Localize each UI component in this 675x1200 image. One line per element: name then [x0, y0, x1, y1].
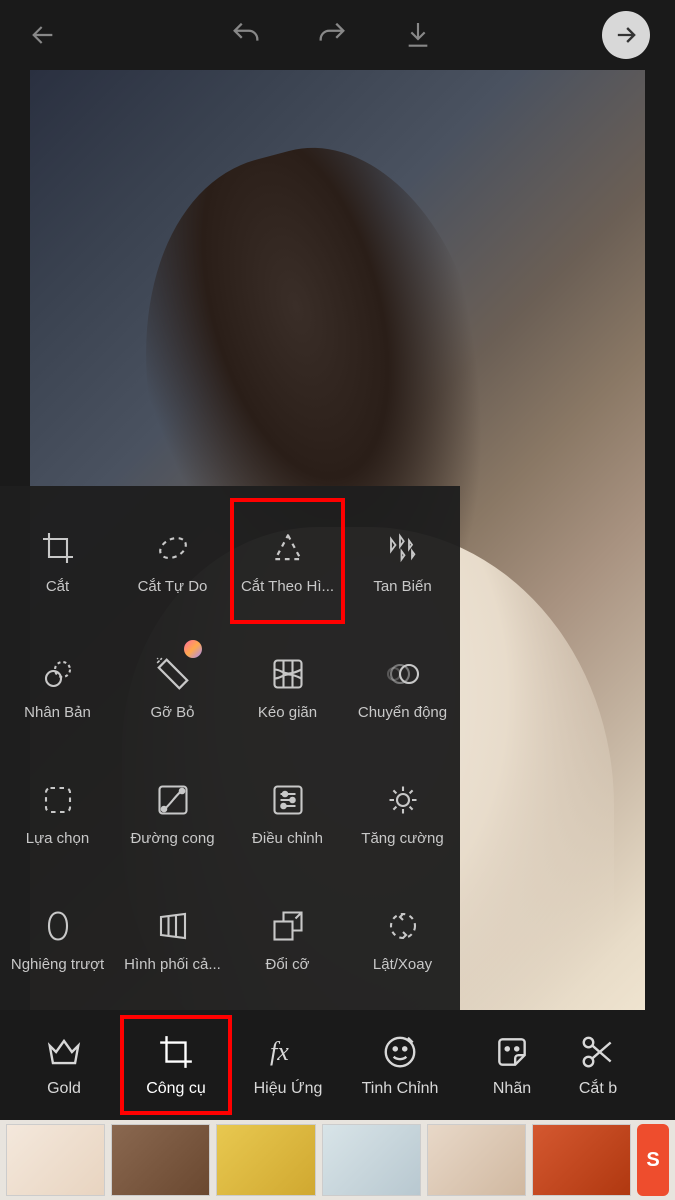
bottom-nav: Gold Công cụ fx Hiệu Ứng Tinh Chỉnh Nhãn: [0, 1010, 675, 1200]
nav-label: Nhãn: [493, 1080, 531, 1098]
enhance-icon: [383, 780, 423, 820]
nav-tools[interactable]: Công cụ: [120, 1015, 232, 1115]
premium-badge-icon: [184, 640, 202, 658]
top-toolbar: [0, 0, 675, 70]
tool-label: Tăng cường: [361, 830, 443, 847]
tool-label: Đổi cỡ: [265, 956, 309, 973]
adjust-icon: [268, 780, 308, 820]
next-button[interactable]: [602, 11, 650, 59]
tool-freecrop[interactable]: Cắt Tự Do: [115, 498, 230, 624]
ad-thumb[interactable]: [532, 1124, 631, 1196]
tool-label: Đường cong: [130, 830, 214, 847]
tool-label: Kéo giãn: [258, 704, 317, 721]
selection-icon: [38, 780, 78, 820]
nav-sticker[interactable]: Nhãn: [456, 1015, 568, 1115]
shapecrop-icon: [268, 528, 308, 568]
tool-label: Cắt Tự Do: [138, 578, 208, 595]
tool-clone[interactable]: Nhân Bản: [0, 624, 115, 750]
tool-adjust[interactable]: Điều chỉnh: [230, 750, 345, 876]
ad-thumb[interactable]: [322, 1124, 421, 1196]
nav-retouch[interactable]: Tinh Chỉnh: [344, 1015, 456, 1115]
tool-curves[interactable]: Đường cong: [115, 750, 230, 876]
redo-button[interactable]: [314, 17, 350, 53]
tool-fliprotate[interactable]: Lật/Xoay: [345, 876, 460, 1002]
perspective-icon: [153, 906, 193, 946]
motion-icon: [383, 654, 423, 694]
nav-gold[interactable]: Gold: [8, 1015, 120, 1115]
nav-label: Hiệu Ứng: [254, 1080, 323, 1098]
dispersion-icon: [383, 528, 423, 568]
nav-row[interactable]: Gold Công cụ fx Hiệu Ứng Tinh Chỉnh Nhãn: [0, 1010, 675, 1120]
tool-remove[interactable]: Gỡ Bỏ: [115, 624, 230, 750]
tool-perspective[interactable]: Hình phối cả...: [115, 876, 230, 1002]
clone-icon: [38, 654, 78, 694]
nav-label: Cắt b: [579, 1080, 617, 1098]
ad-thumb[interactable]: [111, 1124, 210, 1196]
tool-crop[interactable]: Cắt: [0, 498, 115, 624]
crown-icon: [44, 1032, 84, 1072]
curves-icon: [153, 780, 193, 820]
back-button[interactable]: [25, 17, 61, 53]
nav-label: Tinh Chỉnh: [362, 1080, 439, 1098]
freecrop-icon: [153, 528, 193, 568]
tool-stretch[interactable]: Kéo giãn: [230, 624, 345, 750]
nav-label: Công cụ: [146, 1080, 206, 1098]
ad-strip[interactable]: S: [0, 1120, 675, 1200]
resize-icon: [268, 906, 308, 946]
svg-text:fx: fx: [270, 1037, 289, 1066]
fx-icon: fx: [268, 1032, 308, 1072]
retouch-icon: [380, 1032, 420, 1072]
tool-enhance[interactable]: Tăng cường: [345, 750, 460, 876]
tool-label: Nhân Bản: [24, 704, 91, 721]
tool-resize[interactable]: Đổi cỡ: [230, 876, 345, 1002]
ad-thumb[interactable]: [216, 1124, 315, 1196]
undo-button[interactable]: [228, 17, 264, 53]
tool-shapecrop[interactable]: Cắt Theo Hì...: [230, 498, 345, 624]
tool-tiltshift[interactable]: Nghiêng trượt: [0, 876, 115, 1002]
tool-label: Điều chỉnh: [252, 830, 323, 847]
tool-dispersion[interactable]: Tan Biến: [345, 498, 460, 624]
nav-effects[interactable]: fx Hiệu Ứng: [232, 1015, 344, 1115]
nav-cutout[interactable]: Cắt b: [568, 1015, 628, 1115]
tool-motion[interactable]: Chuyển động: [345, 624, 460, 750]
crop-icon: [38, 528, 78, 568]
cutout-icon: [578, 1032, 618, 1072]
tool-label: Hình phối cả...: [124, 956, 221, 973]
tools-panel: Cắt Cắt Tự Do Cắt Theo Hì... Tan Biến: [0, 486, 460, 1010]
tool-label: Chuyển động: [358, 704, 447, 721]
download-button[interactable]: [400, 17, 436, 53]
tool-label: Tan Biến: [373, 578, 431, 595]
tool-label: Cắt Theo Hì...: [241, 578, 334, 595]
tool-label: Cắt: [46, 578, 69, 595]
ad-brand-icon[interactable]: S: [637, 1124, 669, 1196]
remove-icon: [153, 654, 193, 694]
crop-icon: [156, 1032, 196, 1072]
tool-label: Lật/Xoay: [373, 956, 432, 973]
sticker-icon: [492, 1032, 532, 1072]
fliprotate-icon: [383, 906, 423, 946]
ad-thumb[interactable]: [6, 1124, 105, 1196]
tool-selection[interactable]: Lựa chọn: [0, 750, 115, 876]
stretch-icon: [268, 654, 308, 694]
tool-label: Nghiêng trượt: [11, 956, 104, 973]
tool-label: Gỡ Bỏ: [150, 704, 194, 721]
tool-label: Lựa chọn: [26, 830, 89, 847]
nav-label: Gold: [47, 1080, 81, 1098]
ad-thumb[interactable]: [427, 1124, 526, 1196]
tiltshift-icon: [38, 906, 78, 946]
